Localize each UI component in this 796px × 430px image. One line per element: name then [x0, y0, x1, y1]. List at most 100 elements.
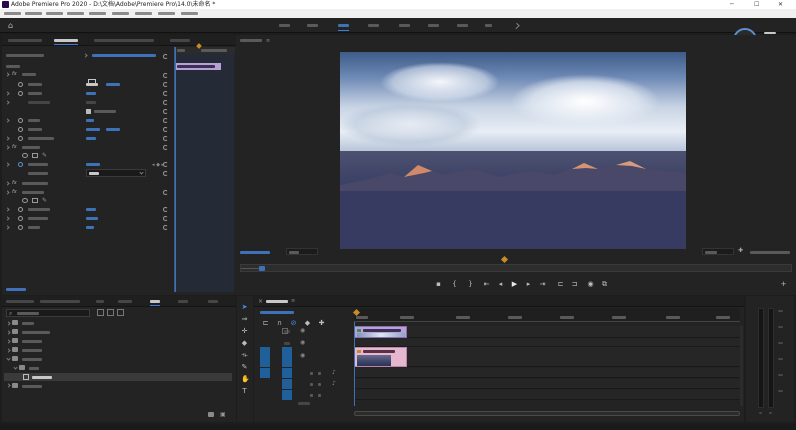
- step-forward-icon[interactable]: ▸: [525, 281, 532, 288]
- tree-item-presets[interactable]: [22, 322, 34, 325]
- minimize-icon[interactable]: ─: [730, 0, 734, 9]
- reset-rotation-icon[interactable]: [163, 118, 168, 123]
- reset-opacity-value-icon[interactable]: [163, 162, 168, 167]
- track-lane-a3[interactable]: [354, 390, 740, 400]
- reset-linear-wipe-icon[interactable]: [163, 190, 168, 195]
- tab-source[interactable]: [8, 39, 42, 42]
- transition-completion-stopwatch-icon[interactable]: [18, 207, 23, 212]
- track-v3-eye-icon[interactable]: ◉: [300, 327, 305, 334]
- opacity-expand-icon[interactable]: [5, 145, 10, 150]
- scale-expand-icon[interactable]: [5, 91, 10, 96]
- tab-media-browser[interactable]: [40, 300, 80, 303]
- tree-item-lumetri-presets[interactable]: [22, 331, 50, 334]
- maximize-icon[interactable]: ☐: [754, 0, 759, 9]
- tab-project[interactable]: [6, 300, 34, 303]
- workspace-tab-editing[interactable]: [338, 24, 349, 27]
- track-a2-mute[interactable]: [310, 383, 313, 386]
- timeline-horizontal-scrollbar[interactable]: [354, 411, 740, 416]
- opacity-value[interactable]: [86, 163, 100, 166]
- position-y-value[interactable]: [106, 83, 120, 86]
- razor-tool-icon[interactable]: ◆: [241, 340, 248, 347]
- pen-tool-icon[interactable]: ✎: [241, 364, 248, 371]
- tree-item-linear-wipe[interactable]: [32, 376, 52, 379]
- track-a3-mute[interactable]: [310, 394, 313, 397]
- track-lane-a1[interactable]: [354, 368, 740, 378]
- rotation-expand-icon[interactable]: [5, 118, 10, 123]
- timeline-timecode[interactable]: [260, 311, 294, 314]
- go-to-out-icon[interactable]: ⇥: [539, 281, 546, 288]
- meter-solo-right[interactable]: [769, 412, 772, 414]
- 32bit-effects-filter-icon[interactable]: [107, 309, 114, 316]
- reset-uniform-scale-icon[interactable]: [163, 109, 168, 114]
- transition-completion-expand-icon[interactable]: [5, 207, 10, 212]
- opacity-stopwatch-icon[interactable]: [18, 162, 23, 167]
- tree-expand-audio-effects-icon[interactable]: [6, 339, 11, 344]
- wipe-angle-value[interactable]: [86, 217, 98, 220]
- reset-motion-icon[interactable]: [163, 73, 168, 78]
- anti-flicker-value[interactable]: [86, 137, 96, 140]
- reset-opacity-icon[interactable]: [163, 145, 168, 150]
- track-v1-target[interactable]: [282, 347, 292, 367]
- track-v2-eye-icon[interactable]: ◉: [300, 339, 305, 346]
- anchor-point-stopwatch-icon[interactable]: [18, 127, 23, 132]
- track-v1-eye-icon[interactable]: ◉: [300, 352, 305, 359]
- scale-stopwatch-icon[interactable]: [18, 91, 23, 96]
- workspace-tab-audio[interactable]: [428, 24, 439, 27]
- rotation-value[interactable]: [86, 119, 94, 122]
- extract-icon[interactable]: ⊐: [571, 281, 578, 288]
- program-monitor-menu-icon[interactable]: ≡: [266, 38, 270, 44]
- track-lane-v1[interactable]: [354, 347, 740, 367]
- sequence-clip-label[interactable]: [92, 54, 156, 57]
- nest-toggle-icon[interactable]: ⊏: [262, 320, 269, 327]
- track-a2-target[interactable]: [282, 379, 292, 389]
- motion-expand-icon[interactable]: [5, 72, 10, 77]
- trash-icon[interactable]: ▣: [220, 411, 226, 418]
- mark-out-icon[interactable]: }: [467, 281, 474, 288]
- compare-view-icon[interactable]: ⧉: [601, 281, 608, 288]
- tree-item-audio-transitions[interactable]: [22, 349, 42, 352]
- menu-sequence[interactable]: [67, 12, 84, 15]
- anchor-point-x-value[interactable]: [86, 128, 100, 131]
- plus-icon[interactable]: +: [780, 281, 787, 288]
- menu-markers[interactable]: [89, 12, 106, 15]
- scale-value[interactable]: [86, 92, 96, 95]
- meter-solo-left[interactable]: [759, 412, 762, 414]
- selection-tool-icon[interactable]: ➤: [241, 304, 248, 311]
- feather-stopwatch-icon[interactable]: [18, 225, 23, 230]
- effect-controls-mini-timeline[interactable]: [174, 43, 235, 292]
- workspace-tab-libraries[interactable]: [485, 24, 492, 27]
- tab-info[interactable]: [118, 300, 132, 303]
- track-a1-mute[interactable]: [310, 372, 313, 375]
- hand-tool-icon[interactable]: ✋: [241, 376, 250, 383]
- microphone-icon[interactable]: ♪: [332, 380, 336, 387]
- timeline-playhead-line[interactable]: [354, 322, 355, 406]
- play-icon[interactable]: ▶: [511, 281, 518, 288]
- tree-expand-video-transitions-icon[interactable]: [6, 383, 11, 388]
- tree-expand-lumetri-icon[interactable]: [6, 330, 11, 335]
- home-icon[interactable]: ⌂: [8, 21, 17, 30]
- tab-effect-controls[interactable]: [54, 39, 78, 42]
- new-bin-icon[interactable]: [208, 412, 214, 417]
- camera-icon[interactable]: ◉: [587, 281, 594, 288]
- timeline-menu-icon[interactable]: ≡: [291, 298, 295, 304]
- anchor-point-y-value[interactable]: [106, 128, 120, 131]
- reset-scale-icon[interactable]: [163, 91, 168, 96]
- opacity-value-expand-icon[interactable]: [5, 162, 10, 167]
- anti-flicker-expand-icon[interactable]: [5, 136, 10, 141]
- wipe-rectangle-mask-icon[interactable]: [32, 198, 38, 203]
- tree-item-audio-effects[interactable]: [22, 340, 42, 343]
- reset-scale-width-icon[interactable]: [163, 100, 168, 105]
- lift-icon[interactable]: ⊏: [557, 281, 564, 288]
- position-stopwatch-icon[interactable]: [18, 82, 23, 87]
- snap-icon[interactable]: ∩: [276, 320, 283, 327]
- wipe-ellipse-mask-icon[interactable]: [22, 198, 28, 203]
- track-lane-a2[interactable]: [354, 379, 740, 389]
- add-marker-timeline-icon[interactable]: ◆: [304, 320, 311, 327]
- tab-effects[interactable]: [150, 300, 160, 303]
- tab-sequence[interactable]: [266, 300, 288, 303]
- ellipse-mask-icon[interactable]: [22, 153, 28, 158]
- tree-item-video-transitions[interactable]: [22, 385, 42, 388]
- pen-mask-icon[interactable]: ✎: [42, 152, 47, 159]
- reset-transition-completion-icon[interactable]: [163, 207, 168, 212]
- track-a1-solo[interactable]: [318, 372, 321, 375]
